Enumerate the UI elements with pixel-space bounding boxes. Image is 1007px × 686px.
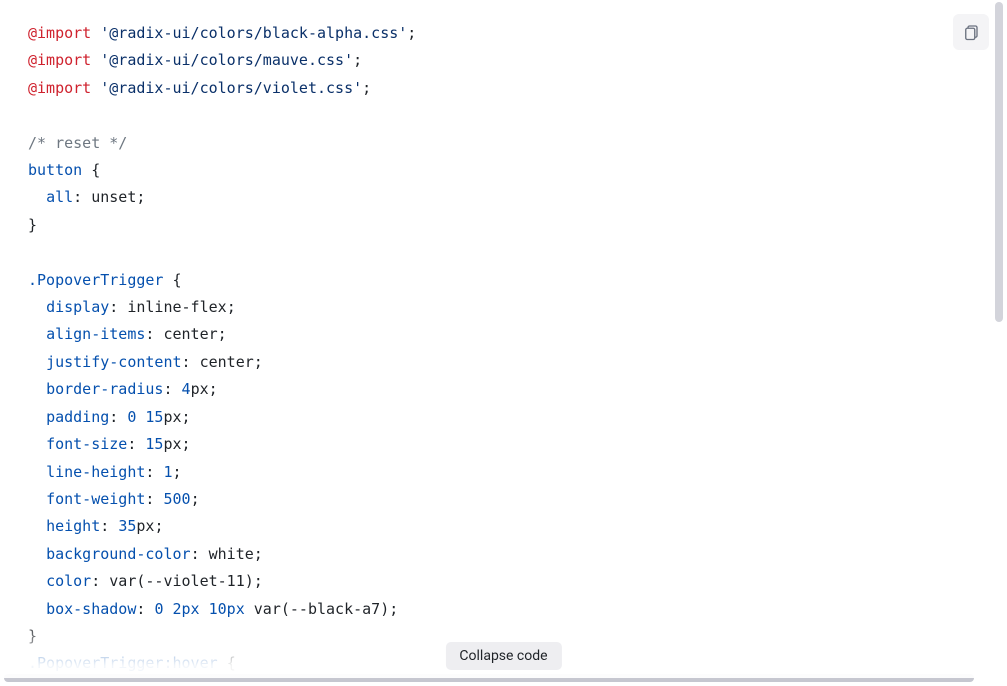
property: display: [46, 298, 109, 316]
property: color: [46, 572, 91, 590]
property: background-color: [46, 545, 191, 563]
property: padding: [46, 408, 109, 426]
import-path-0: '@radix-ui/colors/black-alpha.css': [100, 24, 407, 42]
code-block-container: @import '@radix-ui/colors/black-alpha.cs…: [0, 0, 1007, 686]
horizontal-scrollbar-track[interactable]: [2, 676, 995, 684]
selector: .PopoverTrigger:hover: [28, 654, 218, 672]
import-path-2: '@radix-ui/colors/violet.css': [100, 79, 362, 97]
property: font-weight: [46, 490, 145, 508]
code-content: @import '@radix-ui/colors/black-alpha.cs…: [28, 20, 1007, 678]
copy-button[interactable]: [953, 14, 989, 50]
property: height: [46, 517, 100, 535]
comment: /* reset */: [28, 134, 127, 152]
keyword-import: @import: [28, 24, 91, 42]
property: all: [46, 188, 73, 206]
keyword-import: @import: [28, 51, 91, 69]
property: align-items: [46, 325, 145, 343]
keyword-import: @import: [28, 79, 91, 97]
property: justify-content: [46, 353, 181, 371]
vertical-scrollbar-thumb[interactable]: [995, 2, 1003, 322]
horizontal-scrollbar-thumb[interactable]: [4, 674, 974, 682]
property: line-height: [46, 463, 145, 481]
property: font-size: [46, 435, 127, 453]
property: box-shadow: [46, 600, 136, 618]
property: border-radius: [46, 380, 163, 398]
clipboard-icon: [962, 23, 980, 41]
import-path-1: '@radix-ui/colors/mauve.css': [100, 51, 353, 69]
collapse-code-button[interactable]: Collapse code: [445, 642, 561, 670]
selector: button: [28, 161, 82, 179]
selector: .PopoverTrigger: [28, 271, 163, 289]
vertical-scrollbar-track[interactable]: [997, 2, 1005, 674]
